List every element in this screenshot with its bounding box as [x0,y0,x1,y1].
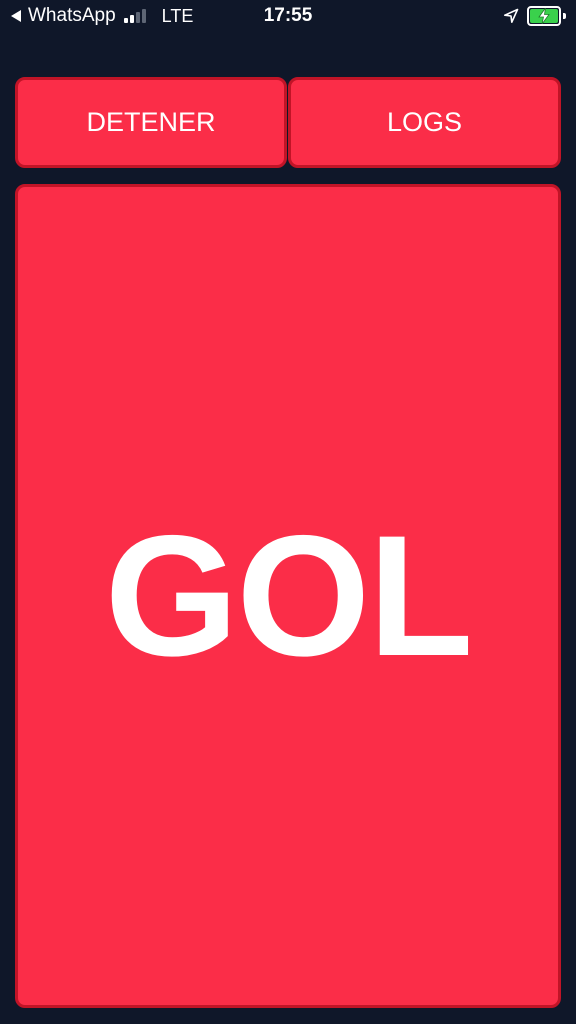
battery-icon [527,6,561,26]
stop-button-label: DETENER [86,107,216,137]
goal-button-label: GOL [104,500,474,692]
goal-button[interactable]: GOL [15,184,561,1008]
stop-button[interactable]: DETENER [15,77,287,168]
status-indicators [503,5,566,27]
logs-button-label: LOGS [386,107,463,137]
charging-bolt-icon [538,8,550,24]
status-time: 17:55 [263,5,313,26]
status-bar: WhatsApp LTE 17:55 [0,0,576,34]
location-arrow-icon [504,8,519,23]
battery-cap [563,13,566,19]
logs-button[interactable]: LOGS [288,77,561,168]
